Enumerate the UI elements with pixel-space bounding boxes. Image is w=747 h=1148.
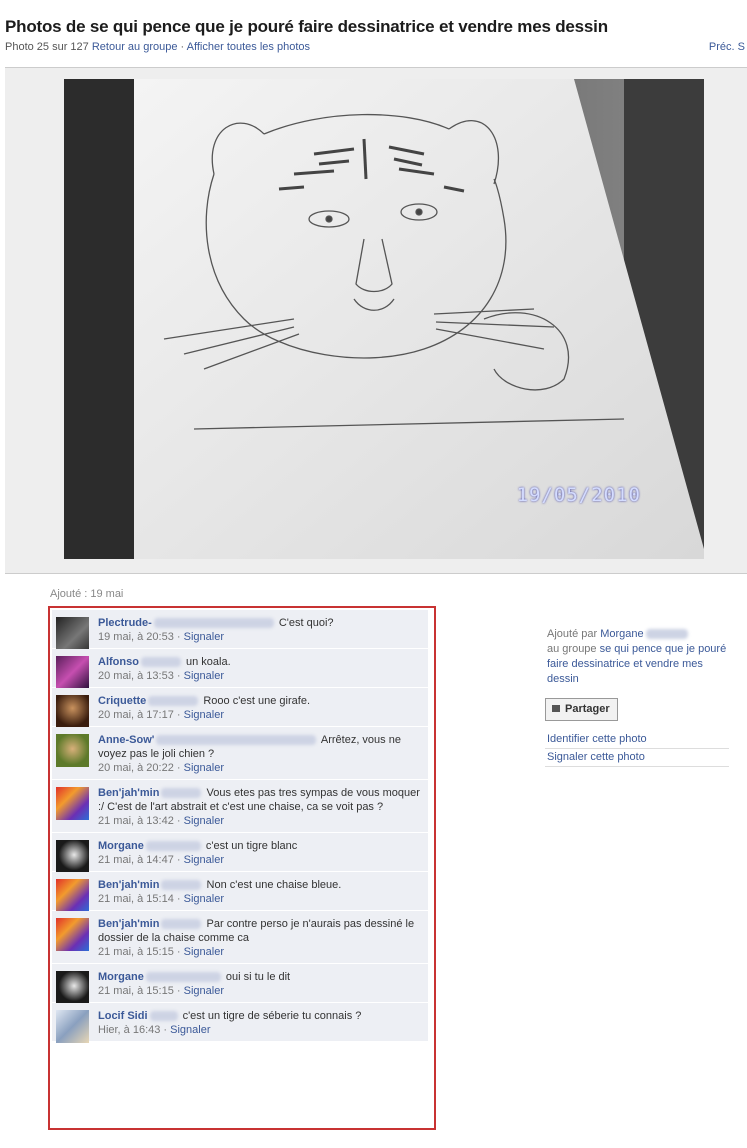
- photo-avatar-green[interactable]: [56, 734, 89, 767]
- photo-avatar-brown[interactable]: [56, 695, 89, 728]
- comment-author[interactable]: Anne-Sow': [98, 734, 154, 746]
- comment-item: Plectrude- C'est quoi? 19 mai, à 20:53 ·…: [52, 610, 428, 650]
- group-prefix: au groupe: [547, 643, 597, 655]
- comment-item: Locif Sidi c'est un tigre de séberie tu …: [52, 1003, 428, 1043]
- photo-date-stamp: 19/05/2010: [516, 484, 641, 506]
- comment-author[interactable]: Alfonso: [98, 656, 139, 668]
- report-comment-link[interactable]: Signaler: [184, 946, 224, 958]
- next-photo-link[interactable]: S: [738, 41, 745, 53]
- photo-counter: Photo 25 sur 127: [5, 41, 89, 53]
- main-photo[interactable]: 19/05/2010: [64, 79, 704, 559]
- photo-avatar-colorful[interactable]: [56, 879, 89, 912]
- comment-item: Ben'jah'min Non c'est une chaise bleue. …: [52, 872, 428, 912]
- comment-time: 21 mai, à 14:47: [98, 854, 174, 866]
- comment-time: Hier, à 16:43: [98, 1024, 161, 1036]
- comment-time: 21 mai, à 15:14: [98, 893, 174, 905]
- share-button-label: Partager: [565, 703, 610, 715]
- separator: ·: [180, 41, 185, 53]
- photo-frame: 19/05/2010: [5, 67, 747, 574]
- all-photos-link[interactable]: Afficher toutes les photos: [187, 41, 310, 53]
- photo-navigation: Préc. S: [709, 41, 745, 53]
- comments-list: Plectrude- C'est quoi? 19 mai, à 20:53 ·…: [48, 606, 436, 1130]
- report-comment-link[interactable]: Signaler: [184, 762, 224, 774]
- photo-avatar-purple[interactable]: [56, 656, 89, 689]
- page-title: Photos de se qui pence que je pouré fair…: [5, 17, 608, 36]
- comment-author[interactable]: Morgane: [98, 971, 144, 983]
- photo-avatar-bw[interactable]: [56, 971, 89, 1004]
- photo-avatar-dark[interactable]: [56, 617, 89, 650]
- report-comment-link[interactable]: Signaler: [184, 893, 224, 905]
- redacted-surname: [149, 1011, 178, 1022]
- comment-text: un koala.: [186, 656, 231, 668]
- redacted-surname: [161, 880, 202, 891]
- report-comment-link[interactable]: Signaler: [184, 670, 224, 682]
- comment-text: C'est quoi?: [278, 617, 334, 629]
- comment-text: c'est un tigre blanc: [205, 840, 298, 852]
- comment-time: 21 mai, à 15:15: [98, 985, 174, 997]
- tag-photo-link[interactable]: Identifier cette photo: [547, 733, 647, 745]
- redacted-surname: [148, 696, 199, 707]
- comment-item: Ben'jah'min Vous etes pas tres sympas de…: [52, 780, 428, 833]
- comment-author[interactable]: Morgane: [98, 840, 144, 852]
- redacted-surname: [145, 972, 221, 983]
- prev-photo-link[interactable]: Préc.: [709, 41, 735, 53]
- share-icon: [552, 705, 560, 712]
- photo-avatar-colorful[interactable]: [56, 918, 89, 951]
- report-comment-link[interactable]: Signaler: [184, 815, 224, 827]
- report-comment-link[interactable]: Signaler: [170, 1024, 210, 1036]
- redacted-surname: [645, 629, 688, 640]
- report-comment-link[interactable]: Signaler: [184, 709, 224, 721]
- comment-time: 21 mai, à 13:42: [98, 815, 174, 827]
- photo-actions: Identifier cette photo Signaler cette ph…: [545, 731, 729, 767]
- redacted-surname: [156, 735, 317, 746]
- photo-avatar-colorful[interactable]: [56, 787, 89, 820]
- comment-item: Alfonso un koala. 20 mai, à 13:53 · Sign…: [52, 649, 428, 689]
- comment-text: c'est un tigre de séberie tu connais ?: [182, 1010, 362, 1022]
- comment-text: Rooo c'est une girafe.: [203, 695, 311, 707]
- back-to-group-link[interactable]: Retour au groupe: [92, 41, 178, 53]
- comment-time: 20 mai, à 17:17: [98, 709, 174, 721]
- comment-author[interactable]: Ben'jah'min: [98, 918, 159, 930]
- uploader-link[interactable]: Morgane: [600, 628, 643, 640]
- comment-author[interactable]: Ben'jah'min: [98, 787, 159, 799]
- photo-info-sidebar: Ajouté par Morgane au groupe se qui penc…: [547, 627, 727, 687]
- comment-item: Criquette Rooo c'est une girafe. 20 mai,…: [52, 688, 428, 728]
- comment-time: 19 mai, à 20:53: [98, 631, 174, 643]
- comment-time: 21 mai, à 15:15: [98, 946, 174, 958]
- photo-subline: Photo 25 sur 127 Retour au groupe · Affi…: [5, 41, 310, 53]
- comment-text: oui si tu le dit: [225, 971, 291, 983]
- photo-avatar-bw[interactable]: [56, 840, 89, 873]
- share-button[interactable]: Partager: [545, 698, 618, 721]
- report-photo-link[interactable]: Signaler cette photo: [547, 751, 645, 763]
- redacted-surname: [140, 657, 181, 668]
- comment-author[interactable]: Plectrude-: [98, 617, 152, 629]
- comment-item: Ben'jah'min Par contre perso je n'aurais…: [52, 911, 428, 964]
- report-comment-link[interactable]: Signaler: [184, 631, 224, 643]
- comment-text: Non c'est une chaise bleue.: [206, 879, 342, 891]
- redacted-surname: [145, 841, 201, 852]
- photo-avatar-light[interactable]: [56, 1010, 89, 1043]
- redacted-surname: [153, 618, 274, 629]
- comment-item: Morgane c'est un tigre blanc 21 mai, à 1…: [52, 833, 428, 873]
- comment-author[interactable]: Ben'jah'min: [98, 879, 159, 891]
- comment-author[interactable]: Locif Sidi: [98, 1010, 148, 1022]
- added-date-label: Ajouté : 19 mai: [50, 588, 124, 600]
- comment-author[interactable]: Criquette: [98, 695, 146, 707]
- report-comment-link[interactable]: Signaler: [184, 854, 224, 866]
- comment-time: 20 mai, à 20:22: [98, 762, 174, 774]
- comment-item: Anne-Sow' Arrêtez, vous ne voyez pas le …: [52, 727, 428, 780]
- added-by-label: Ajouté par: [547, 628, 598, 640]
- comment-time: 20 mai, à 13:53: [98, 670, 174, 682]
- report-comment-link[interactable]: Signaler: [184, 985, 224, 997]
- redacted-surname: [161, 919, 202, 930]
- redacted-surname: [161, 788, 202, 799]
- comment-item: Morgane oui si tu le dit 21 mai, à 15:15…: [52, 964, 428, 1004]
